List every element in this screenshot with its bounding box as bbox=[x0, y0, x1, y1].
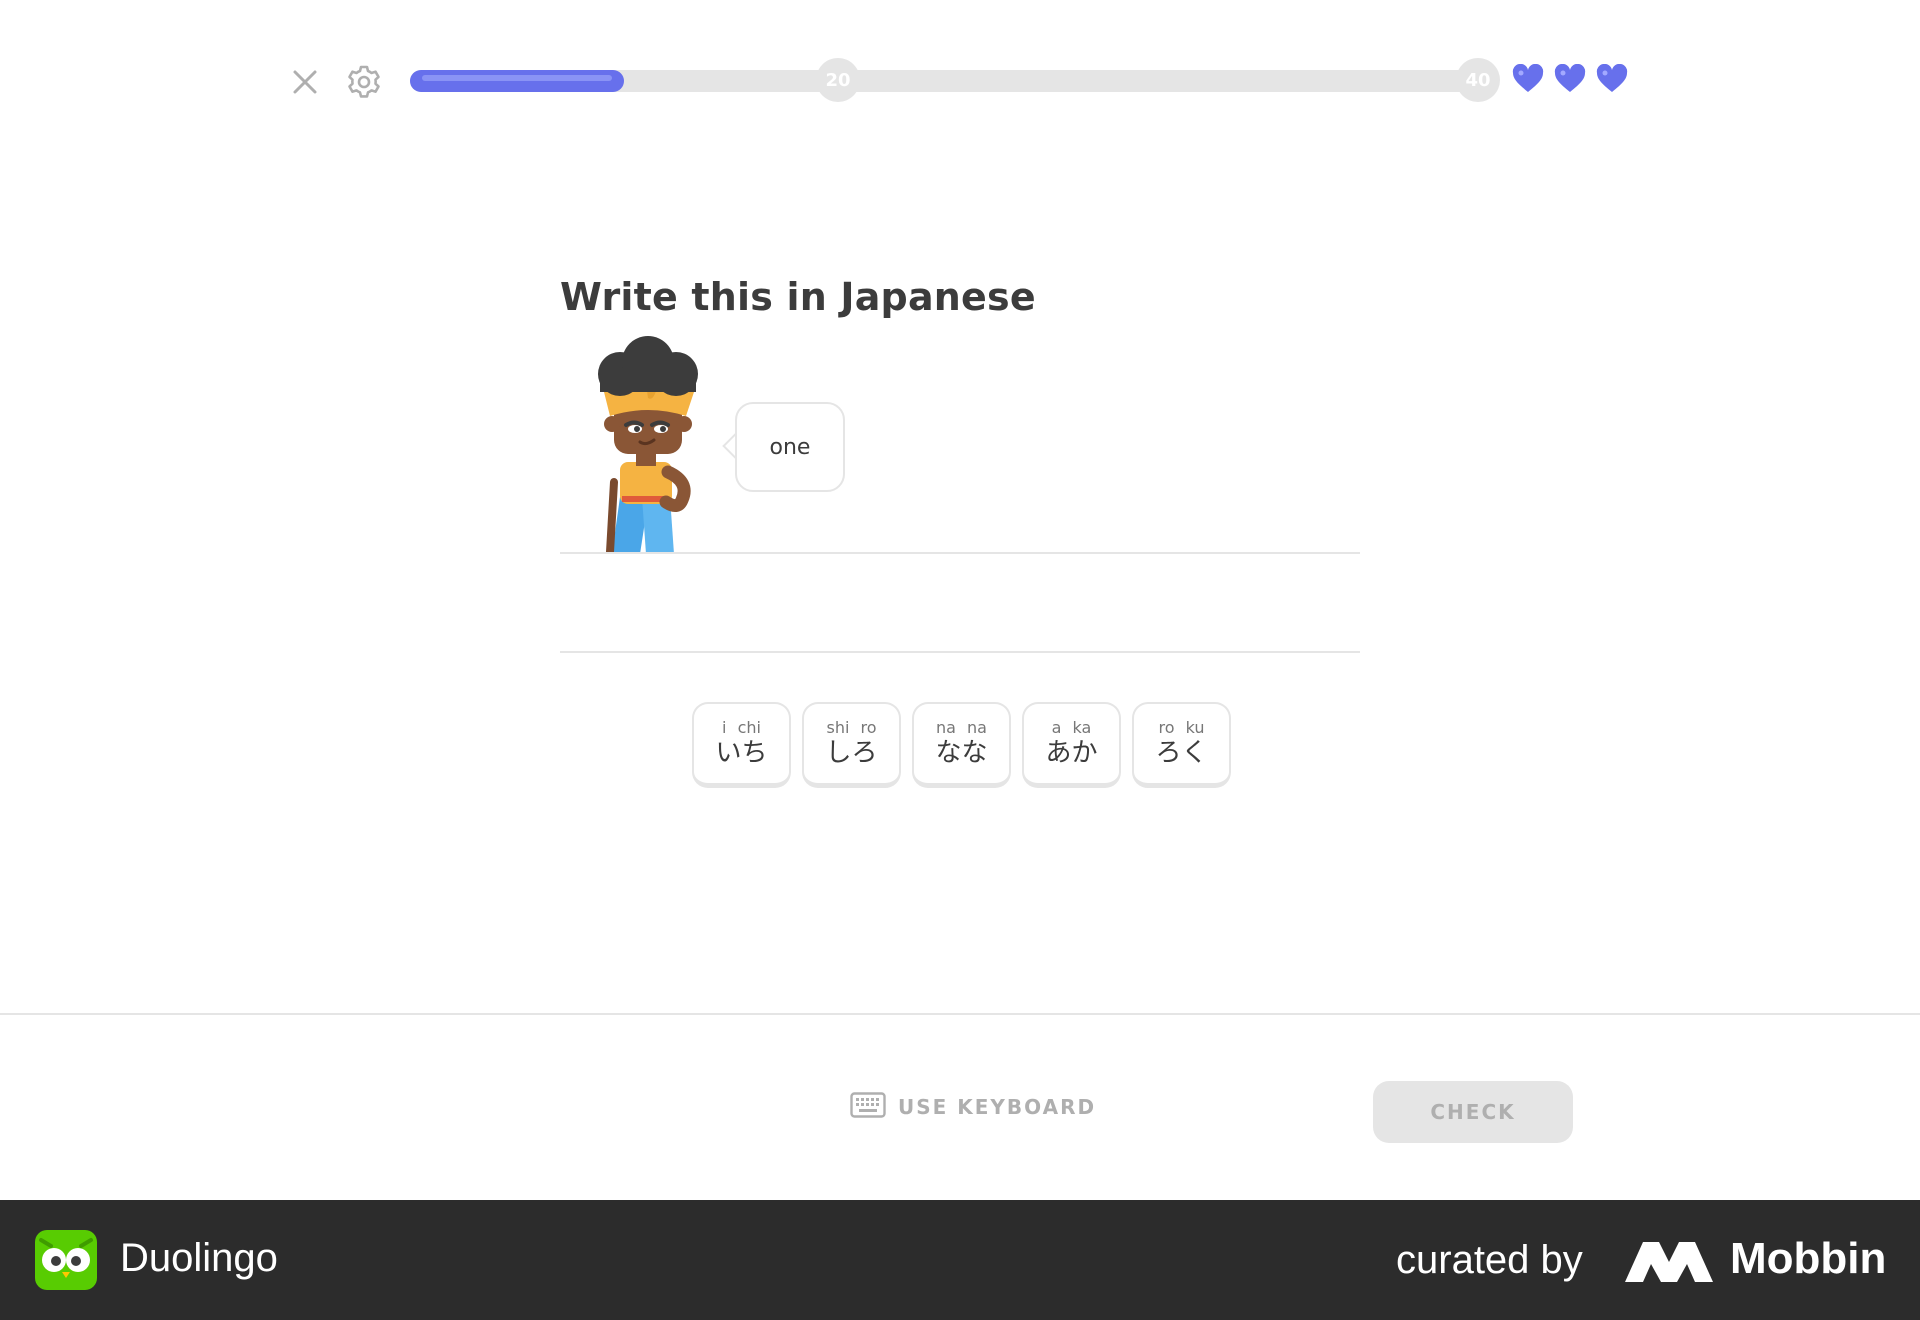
hearts bbox=[1512, 63, 1628, 94]
answer-line-top bbox=[560, 552, 1360, 554]
tile-kana: なな bbox=[935, 737, 988, 768]
mobbin-logo-icon bbox=[1625, 1238, 1713, 1282]
word-bank: i chi いち shi ro しろ na na なな a ka あか ro k… bbox=[692, 702, 1231, 788]
word-tile[interactable]: a ka あか bbox=[1022, 702, 1121, 788]
app-name: Duolingo bbox=[120, 1236, 278, 1280]
answer-area[interactable] bbox=[560, 555, 1360, 652]
mobbin-name: Mobbin bbox=[1730, 1234, 1887, 1283]
character-illustration bbox=[590, 332, 720, 556]
word-tile[interactable]: na na なな bbox=[912, 702, 1011, 788]
curated-by-label: curated by bbox=[1396, 1238, 1583, 1282]
speech-bubble[interactable]: one bbox=[735, 402, 845, 492]
use-keyboard-label: USE KEYBOARD bbox=[898, 1095, 1097, 1119]
check-button[interactable]: CHECK bbox=[1373, 1081, 1573, 1143]
word-tile[interactable]: shi ro しろ bbox=[802, 702, 901, 788]
tile-kana: いち bbox=[715, 737, 768, 768]
word-tile[interactable]: ro ku ろく bbox=[1132, 702, 1231, 788]
tile-romaji: ro ku bbox=[1158, 717, 1205, 737]
tile-kana: しろ bbox=[825, 737, 878, 768]
milestone-marker: 20 bbox=[816, 58, 860, 102]
gear-icon[interactable] bbox=[342, 60, 386, 104]
brand-strip: Duolingo curated by Mobbin bbox=[0, 1200, 1920, 1320]
lesson-header: 20 40 bbox=[0, 0, 1920, 160]
keyboard-icon bbox=[850, 1092, 886, 1122]
tile-romaji: i chi bbox=[722, 717, 761, 737]
answer-line-bottom bbox=[560, 651, 1360, 653]
lesson-progress-bar: 20 40 bbox=[410, 58, 1500, 102]
tile-kana: ろく bbox=[1155, 737, 1208, 768]
use-keyboard-button[interactable]: USE KEYBOARD bbox=[850, 1092, 1096, 1122]
word-tile[interactable]: i chi いち bbox=[692, 702, 791, 788]
heart-icon bbox=[1512, 63, 1544, 94]
tile-romaji: na na bbox=[936, 717, 987, 737]
tile-romaji: shi ro bbox=[826, 717, 877, 737]
tile-romaji: a ka bbox=[1051, 717, 1092, 737]
duolingo-logo-icon bbox=[35, 1230, 97, 1290]
tile-kana: あか bbox=[1045, 737, 1098, 768]
close-icon[interactable] bbox=[285, 62, 325, 102]
progress-fill bbox=[410, 70, 624, 92]
heart-icon bbox=[1554, 63, 1586, 94]
footer-divider bbox=[0, 1013, 1920, 1015]
milestone-marker: 40 bbox=[1456, 58, 1500, 102]
challenge-prompt: Write this in Japanese bbox=[560, 275, 1036, 319]
heart-icon bbox=[1596, 63, 1628, 94]
